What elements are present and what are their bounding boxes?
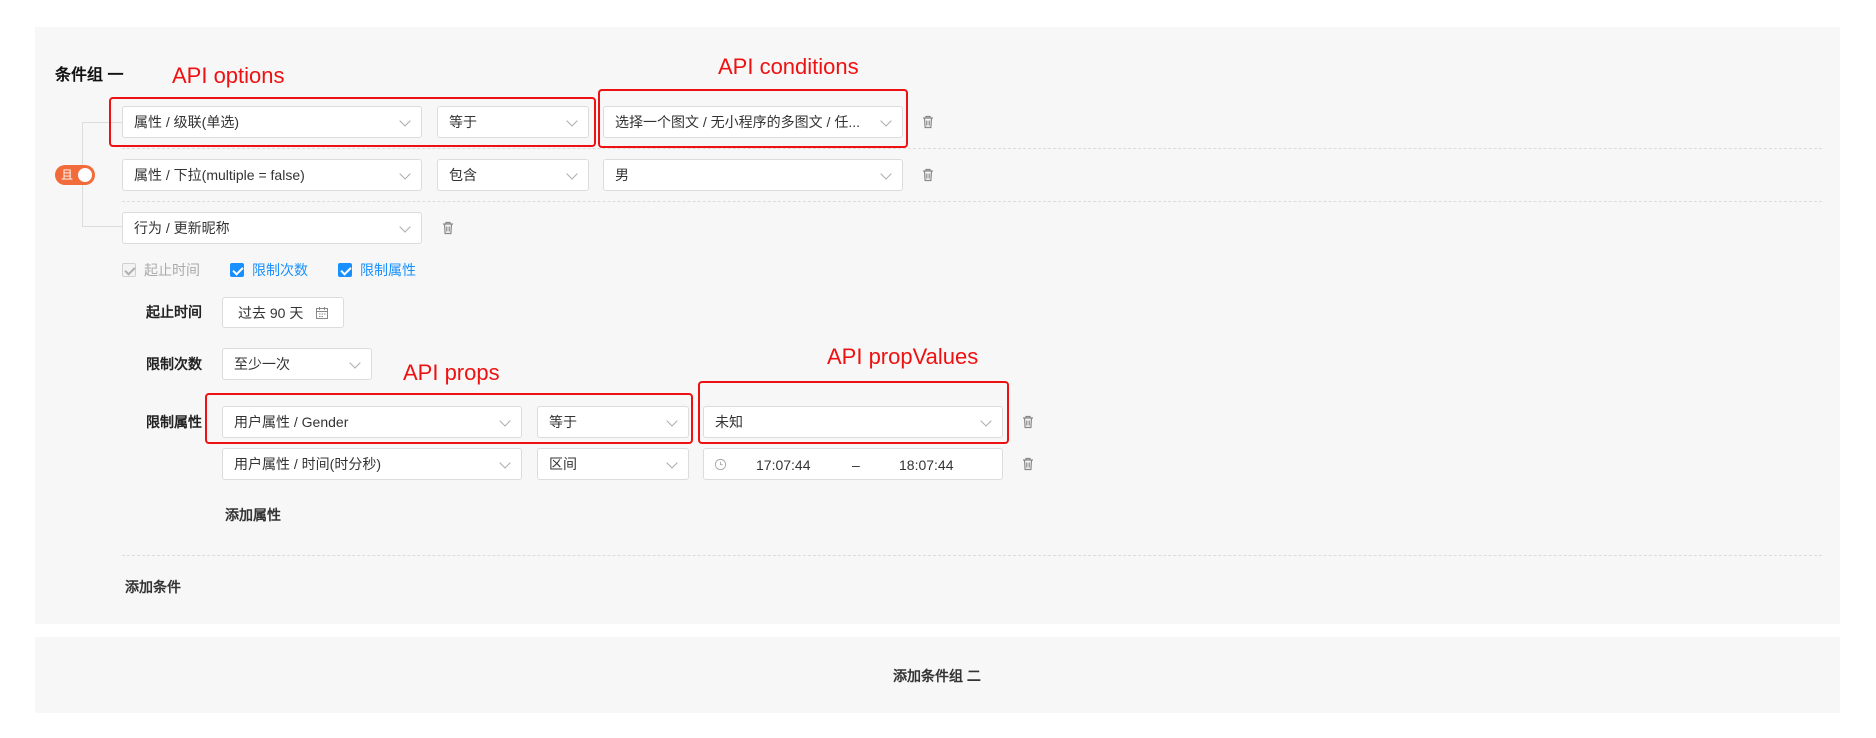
check-icon	[232, 264, 244, 276]
time-separator: –	[852, 457, 860, 473]
check-icon	[124, 264, 136, 276]
prop-operator-select[interactable]: 区间	[537, 448, 689, 480]
logic-and-toggle[interactable]: 且	[55, 165, 95, 185]
logic-tree-branch	[82, 226, 122, 227]
annotation-label-props: API props	[403, 360, 500, 385]
select-value: 包含	[449, 167, 477, 183]
select-value: 行为 / 更新昵称	[134, 220, 230, 236]
condition-field-select[interactable]: 属性 / 下拉(multiple = false)	[122, 159, 422, 191]
time-range-picker[interactable]: 过去 90 天	[222, 297, 344, 328]
annotation-label-propvalues: API propValues	[827, 344, 979, 369]
time-range-label: 起止时间	[146, 304, 202, 320]
chevron-down-icon	[666, 457, 678, 469]
select-value: 区间	[549, 456, 577, 472]
toggle-knob	[78, 168, 92, 182]
condition-operator-select[interactable]: 包含	[437, 159, 589, 191]
select-value: 男	[615, 167, 629, 183]
trash-icon[interactable]	[440, 220, 456, 236]
limit-count-label: 限制次数	[146, 356, 202, 372]
prop-field-select[interactable]: 用户属性 / 时间(时分秒)	[222, 448, 522, 480]
select-value: 用户属性 / 时间(时分秒)	[234, 456, 381, 472]
annotation-box-propvalues	[698, 381, 1009, 444]
toggle-label: 且	[61, 168, 74, 182]
limit-props-checkbox[interactable]	[338, 263, 352, 277]
chevron-down-icon	[499, 457, 511, 469]
time-end[interactable]: 18:07:44	[899, 456, 954, 474]
annotation-box-conditions	[598, 89, 908, 148]
checkbox-label[interactable]: 限制属性	[360, 262, 416, 278]
chevron-down-icon	[399, 221, 411, 233]
select-value: 属性 / 下拉(multiple = false)	[134, 167, 305, 183]
time-range-input[interactable]: 17:07:44 – 18:07:44	[703, 448, 1003, 480]
annotation-box-props	[205, 393, 693, 444]
time-range-checkbox	[122, 263, 136, 277]
clock-icon	[714, 458, 727, 471]
group-title: 条件组 一	[55, 67, 124, 84]
annotation-label-options: API options	[172, 63, 285, 88]
annotation-label-conditions: API conditions	[718, 54, 859, 79]
trash-icon[interactable]	[1020, 414, 1036, 430]
section-divider	[122, 555, 1822, 556]
time-start[interactable]: 17:07:44	[756, 456, 811, 474]
limit-count-select[interactable]: 至少一次	[222, 348, 372, 380]
trash-icon[interactable]	[1020, 456, 1036, 472]
chevron-down-icon	[349, 357, 361, 369]
trash-icon[interactable]	[920, 114, 936, 130]
limit-count-checkbox[interactable]	[230, 263, 244, 277]
calendar-icon	[316, 307, 328, 319]
chevron-down-icon	[880, 168, 892, 180]
add-condition-group-button[interactable]: 添加条件组 二	[893, 667, 981, 685]
condition-field-select[interactable]: 行为 / 更新昵称	[122, 212, 422, 244]
row-divider	[122, 148, 1822, 149]
trash-icon[interactable]	[920, 167, 936, 183]
select-value: 至少一次	[234, 356, 290, 372]
checkbox-label: 起止时间	[144, 262, 200, 278]
chevron-down-icon	[399, 168, 411, 180]
chevron-down-icon	[566, 168, 578, 180]
checkbox-label[interactable]: 限制次数	[252, 262, 308, 278]
limit-props-label: 限制属性	[146, 414, 202, 430]
add-property-button[interactable]: 添加属性	[225, 506, 281, 524]
time-range-value: 过去 90 天	[238, 305, 304, 321]
add-condition-button[interactable]: 添加条件	[125, 578, 181, 596]
row-divider	[122, 201, 1822, 202]
annotation-box-options	[109, 97, 596, 147]
check-icon	[340, 264, 352, 276]
condition-value-select[interactable]: 男	[603, 159, 903, 191]
